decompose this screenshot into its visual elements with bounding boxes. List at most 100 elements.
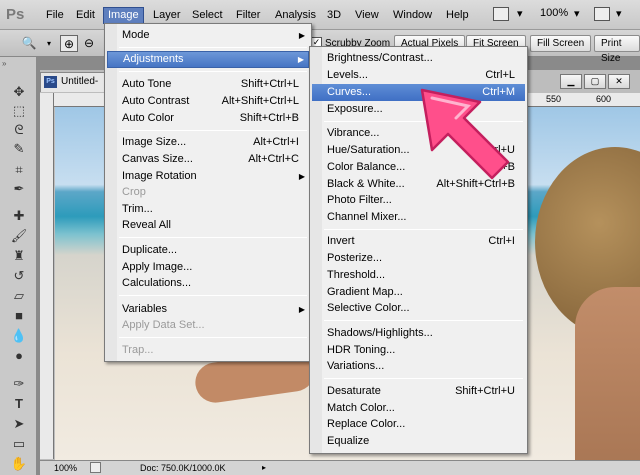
gradient-tool-icon[interactable]: ■ [9, 307, 29, 324]
menu-item-trim[interactable]: Trim... [107, 201, 309, 218]
menu-item-auto-contrast[interactable]: Auto Contrast Alt+Shift+Ctrl+L [107, 93, 309, 110]
type-tool-icon[interactable]: T [9, 395, 29, 412]
menu-item-adjustments[interactable]: Adjustments ▶ [107, 51, 309, 68]
menu-analysis[interactable]: Analysis [271, 7, 320, 24]
restore-icon[interactable]: ▢ [584, 74, 606, 89]
zoom-out-icon[interactable]: ⊖ [80, 35, 98, 52]
menu-edit[interactable]: Edit [72, 7, 99, 24]
hand-tool-icon[interactable]: ✋ [9, 455, 29, 472]
menu-item-channel-mixer[interactable]: Channel Mixer... [312, 209, 525, 226]
menu-item-match-color[interactable]: Match Color... [312, 400, 525, 417]
menu-item-gradient-map[interactable]: Gradient Map... [312, 284, 525, 301]
menu-bar: Ps File Edit Image Layer Select Filter A… [0, 0, 640, 30]
menu-separator [119, 71, 307, 72]
menu-item-desaturate[interactable]: Desaturate Shift+Ctrl+U [312, 383, 525, 400]
menu-item-image-size[interactable]: Image Size... Alt+Ctrl+I [107, 134, 309, 151]
menu-item-variations[interactable]: Variations... [312, 358, 525, 375]
menu-item-auto-tone[interactable]: Auto Tone Shift+Ctrl+L [107, 76, 309, 93]
menu-view[interactable]: View [351, 7, 383, 24]
menu-item-hdr-toning[interactable]: HDR Toning... [312, 342, 525, 359]
menu-filter[interactable]: Filter [232, 7, 264, 24]
collapse-panel-icon[interactable]: » [2, 59, 6, 68]
chevron-down-icon[interactable]: ▾ [574, 7, 580, 20]
menu-separator [119, 237, 307, 238]
menu-item-posterize[interactable]: Posterize... [312, 250, 525, 267]
document-tab[interactable]: Ps Untitled- [40, 72, 110, 92]
menu-item-variables[interactable]: Variables ▶ [107, 301, 309, 318]
menu-item-apply-data-set: Apply Data Set... [122, 319, 205, 331]
move-tool-icon[interactable]: ✥ [9, 83, 29, 100]
lasso-tool-icon[interactable]: ᘓ [9, 121, 29, 138]
chevron-down-icon[interactable]: ▾ [616, 7, 622, 20]
crop-tool-icon[interactable]: ⌗ [9, 161, 29, 178]
tools-panel: » ✥ ⬚ ᘓ ✎ ⌗ ✒ ✚ 🖌 ♜ ↺ ▱ ■ 💧 ● ✑ T ➤ ▭ ✋ [0, 57, 37, 475]
menu-item-brightness-contrast[interactable]: Brightness/Contrast... [312, 50, 525, 67]
submenu-arrow-icon: ▶ [297, 55, 304, 64]
blur-tool-icon[interactable]: 💧 [9, 327, 29, 344]
menu-item-duplicate[interactable]: Duplicate... [107, 242, 309, 259]
eraser-tool-icon[interactable]: ▱ [9, 287, 29, 304]
print-size-button[interactable]: Print Size [594, 35, 640, 64]
menu-separator [119, 130, 307, 131]
vertical-ruler [40, 93, 54, 459]
quick-selection-tool-icon[interactable]: ✎ [9, 140, 29, 157]
menu-item-calculations[interactable]: Calculations... [107, 275, 309, 292]
path-selection-tool-icon[interactable]: ➤ [9, 415, 29, 432]
menu-item-apply-image[interactable]: Apply Image... [107, 259, 309, 276]
menu-item-image-rotation[interactable]: Image Rotation ▶ [107, 168, 309, 185]
menu-item-reveal-all[interactable]: Reveal All [107, 217, 309, 234]
menu-separator [119, 295, 307, 296]
submenu-arrow-icon: ▶ [298, 31, 305, 40]
menu-item-shadows-highlights[interactable]: Shadows/Highlights... [312, 325, 525, 342]
submenu-arrow-icon: ▶ [298, 172, 305, 181]
arrow-right-icon[interactable]: ▸ [262, 463, 266, 472]
status-zoom[interactable]: 100% [54, 463, 77, 473]
ruler-label: 550 [546, 94, 562, 104]
menu-item-photo-filter[interactable]: Photo Filter... [312, 192, 525, 209]
menu-separator [119, 337, 307, 338]
zoom-in-icon[interactable]: ⊕ [60, 35, 78, 52]
brush-tool-icon[interactable]: 🖌 [9, 227, 29, 244]
menu-file[interactable]: File [42, 7, 68, 24]
close-icon[interactable]: ✕ [608, 74, 630, 89]
menu-item-mode[interactable]: Mode ▶ [107, 27, 309, 44]
marquee-tool-icon[interactable]: ⬚ [9, 102, 29, 119]
minimize-icon[interactable]: ▁ [560, 74, 582, 89]
menu-layer[interactable]: Layer [149, 7, 185, 24]
menu-item-threshold[interactable]: Threshold... [312, 267, 525, 284]
pen-tool-icon[interactable]: ✑ [9, 375, 29, 392]
menu-item-invert[interactable]: Invert Ctrl+I [312, 233, 525, 250]
status-icon[interactable] [90, 462, 101, 473]
pointer-arrow-icon [420, 88, 510, 180]
zoom-level[interactable]: 100% [540, 7, 568, 19]
menu-item-equalize[interactable]: Equalize [312, 433, 525, 450]
menu-window[interactable]: Window [389, 7, 436, 24]
menu-3d[interactable]: 3D [323, 7, 345, 24]
eyedropper-tool-icon[interactable]: ✒ [9, 180, 29, 197]
healing-brush-tool-icon[interactable]: ✚ [9, 207, 29, 224]
document-window-controls: ▁ ▢ ✕ [560, 74, 632, 90]
screen-mode-icon[interactable] [493, 7, 509, 21]
clone-stamp-tool-icon[interactable]: ♜ [9, 247, 29, 264]
ps-document-icon: Ps [44, 76, 57, 88]
menu-separator [324, 229, 523, 230]
fill-screen-button[interactable]: Fill Screen [530, 35, 592, 52]
shape-tool-icon[interactable]: ▭ [9, 435, 29, 452]
dodge-tool-icon[interactable]: ● [9, 347, 29, 364]
menu-select[interactable]: Select [188, 7, 227, 24]
menu-help[interactable]: Help [442, 7, 473, 24]
menu-item-canvas-size[interactable]: Canvas Size... Alt+Ctrl+C [107, 151, 309, 168]
menu-item-replace-color[interactable]: Replace Color... [312, 416, 525, 433]
menu-item-selective-color[interactable]: Selective Color... [312, 300, 525, 317]
menu-item-auto-color[interactable]: Auto Color Shift+Ctrl+B [107, 110, 309, 127]
zoom-tool-icon[interactable]: 🔍 [20, 35, 38, 52]
menu-image[interactable]: Image [103, 7, 144, 24]
menu-item-trap: Trap... [122, 344, 154, 356]
submenu-arrow-icon: ▶ [298, 305, 305, 314]
menu-separator [119, 47, 307, 48]
history-brush-tool-icon[interactable]: ↺ [9, 267, 29, 284]
person-image [575, 287, 640, 460]
chevron-down-icon[interactable]: ▾ [40, 35, 58, 52]
arrange-documents-icon[interactable] [594, 7, 610, 21]
chevron-down-icon[interactable]: ▾ [517, 7, 523, 20]
